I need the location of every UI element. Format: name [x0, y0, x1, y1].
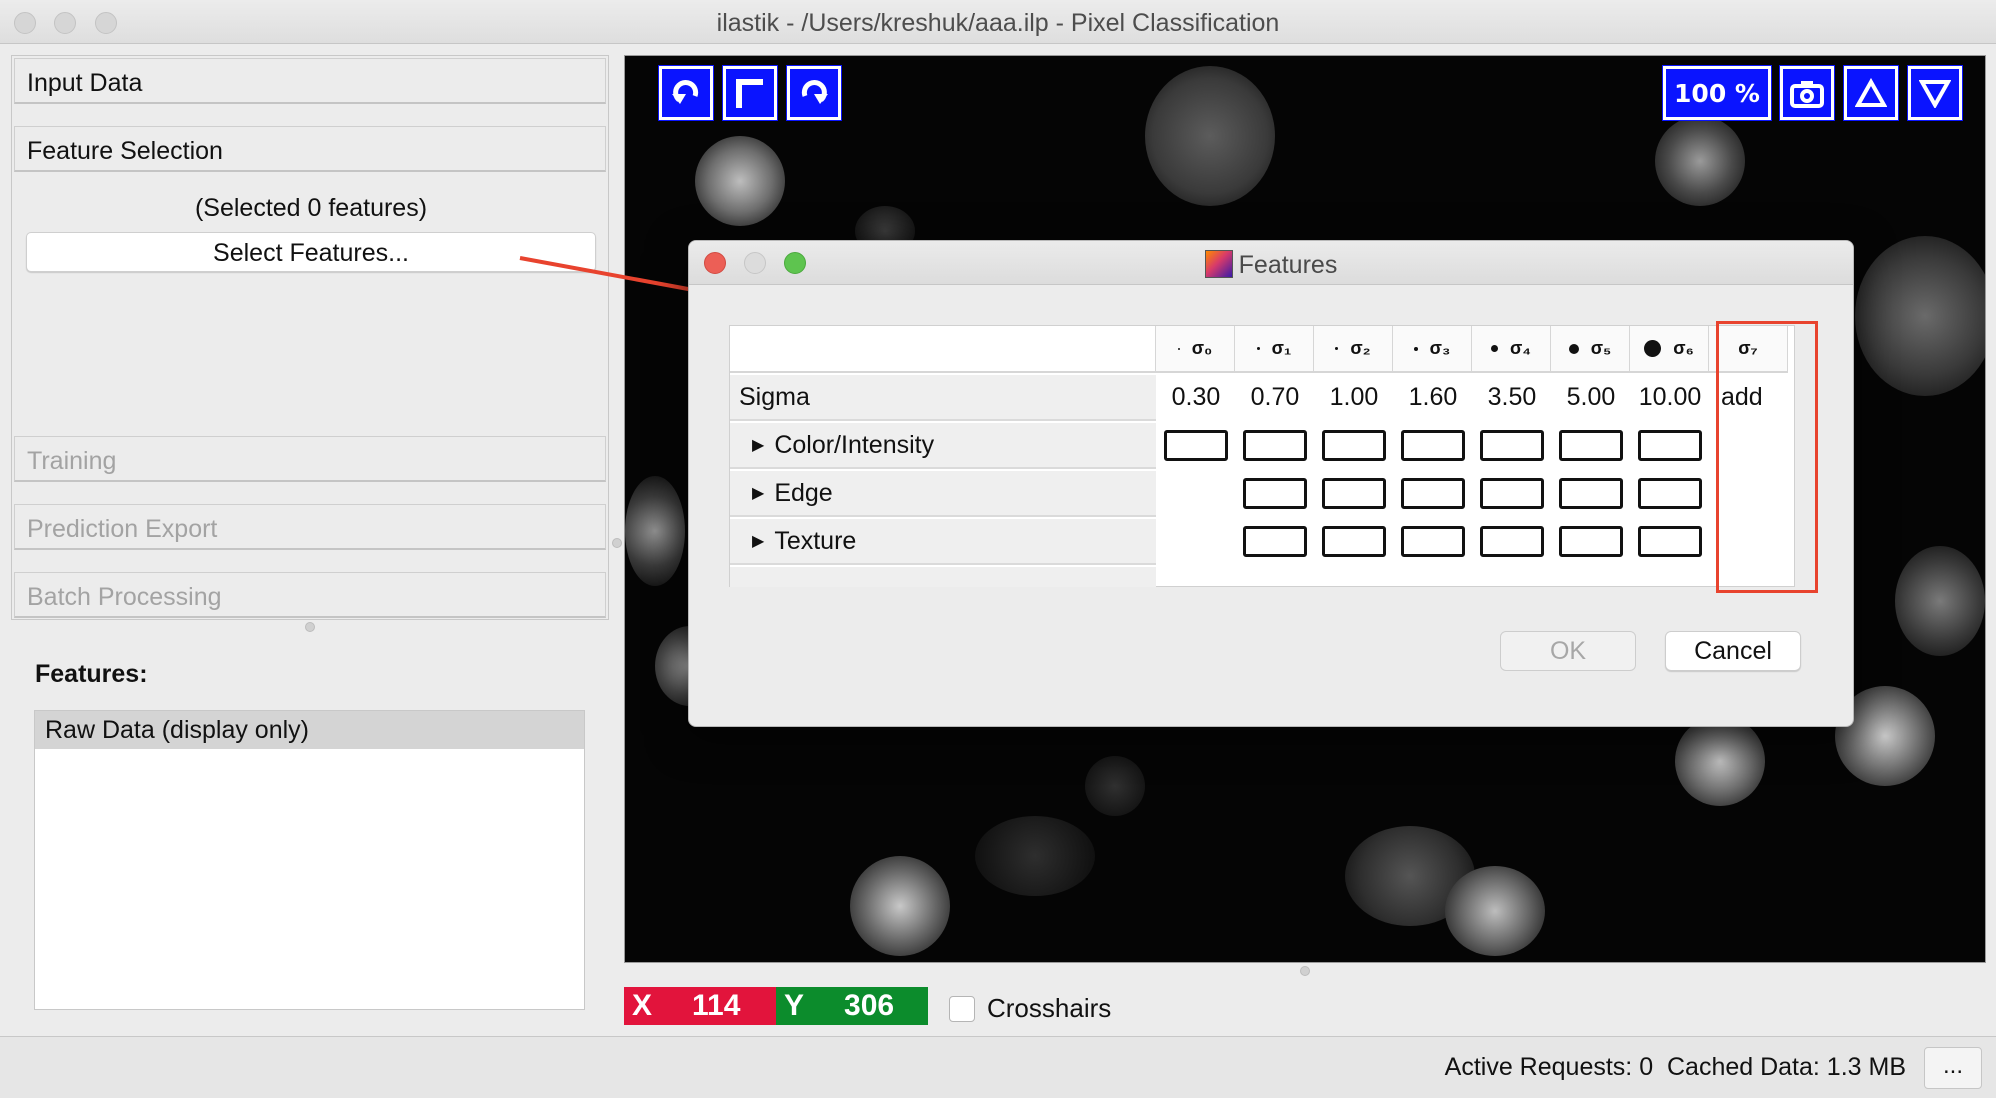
feature-checkbox[interactable]: [1243, 430, 1307, 461]
sigma-value[interactable]: 1.00: [1314, 383, 1394, 412]
sigma-size-icon: [1177, 347, 1180, 350]
feature-checkbox[interactable]: [1322, 430, 1386, 461]
feature-checkbox[interactable]: [1243, 526, 1307, 557]
expand-triangle-icon[interactable]: ▶: [752, 533, 764, 550]
expand-triangle-icon[interactable]: ▶: [752, 485, 764, 502]
sigma-row-label: Sigma: [730, 375, 1156, 421]
feature-group-color-intensity[interactable]: ▶ Color/Intensity: [730, 423, 1156, 469]
feature-checkbox[interactable]: [1401, 526, 1465, 557]
sigma-size-icon: [1413, 346, 1418, 351]
feature-checkbox[interactable]: [1638, 478, 1702, 509]
dialog-title-text: Features: [1238, 251, 1338, 279]
sigma-value[interactable]: 0.70: [1235, 383, 1315, 412]
sigma-header-3: σ₃: [1393, 326, 1472, 373]
sigma-size-icon: [1644, 340, 1662, 357]
feature-checkbox[interactable]: [1559, 430, 1623, 461]
feature-checkbox[interactable]: [1480, 478, 1544, 509]
feature-checkbox[interactable]: [1480, 526, 1544, 557]
cancel-button[interactable]: Cancel: [1665, 631, 1801, 671]
table-corner: [730, 326, 1156, 373]
sigma-value[interactable]: 10.00: [1630, 383, 1710, 412]
sigma-value[interactable]: 1.60: [1393, 383, 1473, 412]
feature-checkbox[interactable]: [1559, 526, 1623, 557]
ok-button[interactable]: OK: [1500, 631, 1636, 671]
feature-checkbox[interactable]: [1401, 478, 1465, 509]
sigma-value[interactable]: 0.30: [1156, 383, 1236, 412]
feature-group-edge[interactable]: ▶ Edge: [730, 471, 1156, 517]
sigma-value[interactable]: 5.00: [1551, 383, 1631, 412]
expand-triangle-icon[interactable]: ▶: [752, 437, 764, 454]
sigma-header-5: σ₅: [1551, 326, 1630, 373]
sigma-header-4: σ₄: [1472, 326, 1551, 373]
feature-checkbox[interactable]: [1559, 478, 1623, 509]
ilastik-app-icon: [1204, 250, 1233, 278]
feature-checkbox[interactable]: [1638, 526, 1702, 557]
sigma-size-icon: [1491, 345, 1499, 352]
feature-checkbox[interactable]: [1322, 526, 1386, 557]
sigma-size-icon: [1256, 347, 1260, 350]
dialog-title: Features: [689, 250, 1853, 280]
sigma-header-1: σ₁: [1235, 326, 1314, 373]
feature-checkbox[interactable]: [1322, 478, 1386, 509]
sigma-header-2: σ₂: [1314, 326, 1393, 373]
sigma-value[interactable]: 3.50: [1472, 383, 1552, 412]
feature-checkbox[interactable]: [1638, 430, 1702, 461]
feature-table: σ₀ σ₁ σ₂ σ₃ σ₄ σ₅ σ₆ σ₇ Sigma ▶ Color/Int…: [729, 325, 1795, 587]
feature-group-texture[interactable]: ▶ Texture: [730, 519, 1156, 565]
sigma-header-0: σ₀: [1156, 326, 1235, 373]
dialog-titlebar: Features: [689, 241, 1853, 285]
feature-checkbox[interactable]: [1164, 430, 1228, 461]
feature-checkbox[interactable]: [1401, 430, 1465, 461]
features-dialog: Features σ₀ σ₁ σ₂ σ₃ σ₄ σ₅ σ₆ σ₇ Sigma ▶…: [688, 240, 1854, 727]
table-filler: [730, 567, 1156, 587]
sigma-size-icon: [1335, 347, 1339, 350]
feature-checkbox[interactable]: [1480, 430, 1544, 461]
highlight-frame: [1716, 321, 1818, 593]
sigma-size-icon: [1568, 343, 1579, 354]
feature-checkbox[interactable]: [1243, 478, 1307, 509]
sigma-header-6: σ₆: [1630, 326, 1709, 373]
